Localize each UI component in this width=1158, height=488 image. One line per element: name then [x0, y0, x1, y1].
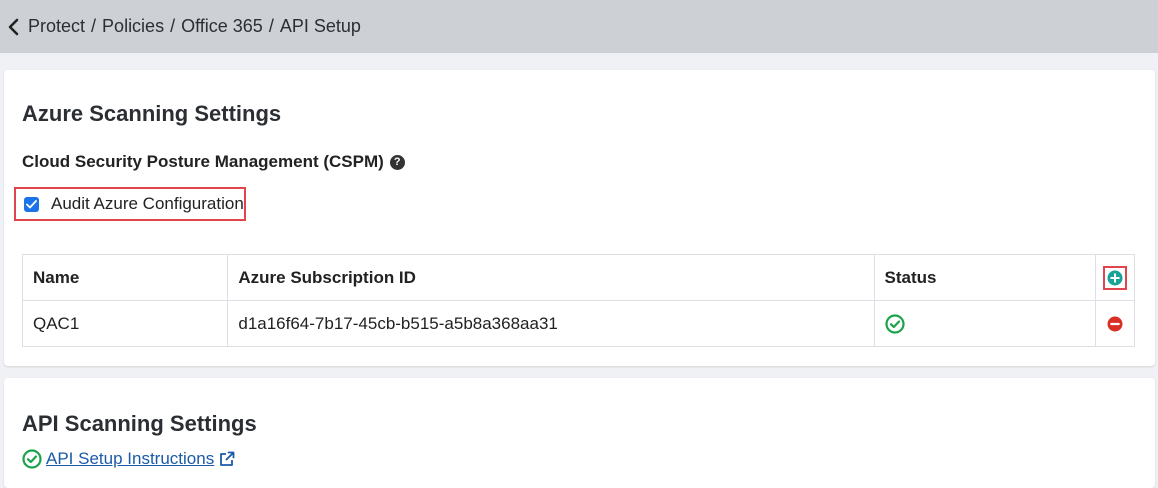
breadcrumb-separator: / — [91, 16, 97, 36]
back-button[interactable] — [0, 7, 28, 47]
breadcrumb-separator: / — [268, 16, 274, 36]
breadcrumb-office-365[interactable]: Office 365 — [181, 16, 263, 37]
chevron-left-icon — [8, 18, 19, 35]
audit-azure-checkbox[interactable] — [24, 196, 39, 212]
row-subscription-id: d1a16f64-7b17-45cb-b515-a5b8a368aa31 — [227, 300, 875, 347]
audit-azure-checkbox-row[interactable]: Audit Azure Configuration — [14, 187, 246, 221]
check-icon — [26, 199, 37, 208]
table-header-row: Name Azure Subscription ID Status — [21, 254, 1136, 301]
header-subscription-id: Azure Subscription ID — [227, 254, 875, 301]
api-setup-link-row: API Setup Instructions — [22, 449, 236, 469]
api-scanning-card: API Scanning Settings API Setup Instruct… — [4, 378, 1155, 488]
row-name: QAC1 — [21, 300, 229, 347]
header-actions — [1094, 254, 1136, 301]
audit-azure-label[interactable]: Audit Azure Configuration — [51, 194, 244, 214]
azure-scanning-card: Azure Scanning Settings Cloud Security P… — [4, 70, 1155, 366]
table-row: QAC1 d1a16f64-7b17-45cb-b515-a5b8a368aa3… — [21, 300, 1136, 347]
header-name: Name — [21, 254, 229, 301]
add-subscription-button[interactable] — [1102, 265, 1127, 290]
breadcrumb-separator: / — [170, 16, 176, 36]
top-bar: Protect / Policies / Office 365 / API Se… — [0, 0, 1158, 53]
plus-circle-icon — [1107, 270, 1123, 285]
header-status: Status — [873, 254, 1096, 301]
check-circle-icon — [22, 449, 42, 469]
cspm-heading-text: Cloud Security Posture Management (CSPM) — [22, 152, 384, 171]
check-circle-icon — [884, 314, 905, 334]
cspm-heading: Cloud Security Posture Management (CSPM)… — [22, 152, 405, 172]
api-section-title: API Scanning Settings — [22, 411, 257, 436]
breadcrumb-protect[interactable]: Protect — [28, 16, 85, 37]
breadcrumb: Protect / Policies / Office 365 / API Se… — [28, 16, 361, 37]
row-status — [873, 300, 1096, 347]
question-circle-icon[interactable]: ? — [389, 154, 405, 170]
minus-circle-icon[interactable] — [1107, 316, 1123, 332]
azure-section-title: Azure Scanning Settings — [22, 101, 282, 126]
row-actions — [1094, 300, 1136, 347]
external-link-icon[interactable] — [218, 450, 236, 468]
subscriptions-table: Name Azure Subscription ID Status QAC1 d… — [21, 254, 1136, 347]
api-setup-instructions-link[interactable]: API Setup Instructions — [46, 449, 214, 469]
breadcrumb-api-setup: API Setup — [279, 16, 361, 36]
breadcrumb-policies[interactable]: Policies — [102, 16, 164, 37]
